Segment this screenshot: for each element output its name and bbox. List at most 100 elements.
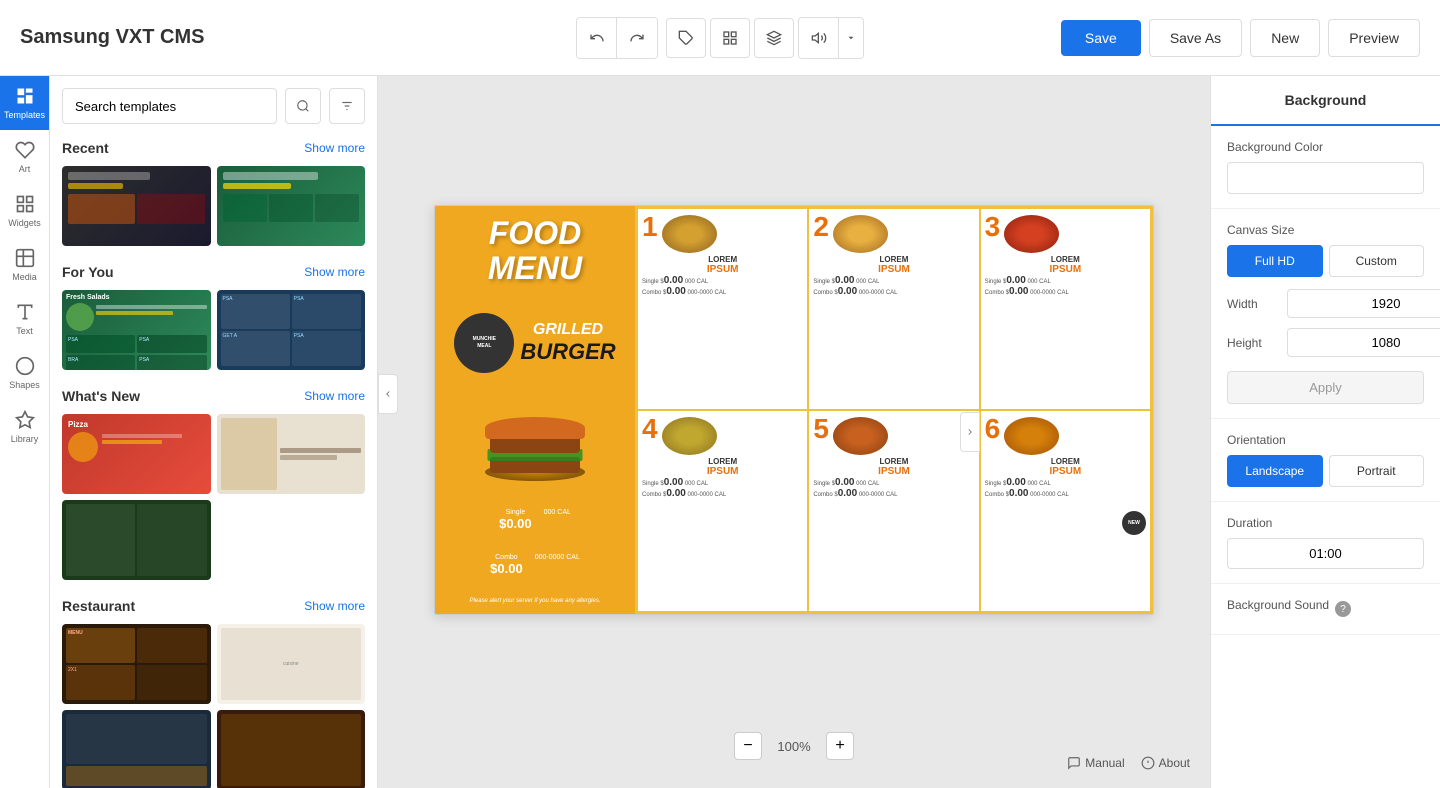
sidebar-item-text[interactable]: Text <box>0 292 49 346</box>
food-menu-title: FOODMENU <box>488 216 582 286</box>
help-icon[interactable]: ? <box>1335 601 1351 617</box>
manual-link[interactable]: Manual <box>1067 756 1124 770</box>
for-you-title: For You <box>62 264 114 280</box>
background-sound-label: Background Sound <box>1227 598 1329 612</box>
restaurant-show-more[interactable]: Show more <box>304 599 365 613</box>
search-input[interactable] <box>62 88 277 124</box>
recent-show-more[interactable]: Show more <box>304 141 365 155</box>
menu-cell-5: 5 LOREM IPSUM Single $0.00 000 CAL Combo… <box>808 410 979 612</box>
toolbar-center <box>576 17 864 59</box>
list-item[interactable] <box>217 414 366 494</box>
duration-input[interactable] <box>1227 538 1424 569</box>
sidebar-label-templates: Templates <box>4 110 45 120</box>
allergy-text: Please alert your server if you have any… <box>469 598 600 604</box>
zoom-out-button[interactable]: − <box>734 732 762 760</box>
menu-cell-2: 2 LOREM IPSUM Single $0.00 000 CAL Combo… <box>808 208 979 410</box>
height-row: Height <box>1227 328 1424 357</box>
canvas-area: FOODMENU MUNCHIEMEAL GRILLED BURGER <box>378 76 1210 788</box>
for-you-grid: Fresh Salads PSA PSA BRA PSA <box>62 290 365 370</box>
tag-button[interactable] <box>666 18 706 58</box>
preview-button[interactable]: Preview <box>1328 19 1420 57</box>
sidebar-label-media: Media <box>12 272 37 282</box>
app-title: Samsung VXT CMS <box>20 26 204 49</box>
list-item[interactable]: PSA PSA GET A PSA <box>217 290 366 370</box>
burger-image <box>475 401 595 481</box>
bottom-links: Manual About <box>1067 756 1190 770</box>
sidebar-item-art[interactable]: Art <box>0 130 49 184</box>
list-item[interactable]: cuisine <box>217 624 366 704</box>
list-item[interactable] <box>62 710 211 788</box>
menu-cell-6: 6 LOREM IPSUM NEW Single $0.00 000 CAL C… <box>980 410 1151 612</box>
price-row: Single $0.00 000 CAL <box>499 509 571 531</box>
list-item[interactable] <box>217 166 366 246</box>
whats-new-section-header: What's New Show more <box>62 388 365 404</box>
sidebar-item-widgets[interactable]: Widgets <box>0 184 49 238</box>
redo-button[interactable] <box>617 18 657 58</box>
templates-panel: Recent Show more <box>50 76 378 788</box>
right-panel: Background Background Color Canvas Size … <box>1210 76 1440 788</box>
width-input[interactable] <box>1287 289 1440 318</box>
sidebar-label-library: Library <box>11 434 39 444</box>
list-item[interactable] <box>217 710 366 788</box>
menu-cell-4: 4 LOREM IPSUM Single $0.00 000 CAL Combo… <box>637 410 808 612</box>
sidebar-label-widgets: Widgets <box>8 218 41 228</box>
canvas-size-section: Canvas Size Full HD Custom Width Height … <box>1211 209 1440 419</box>
for-you-show-more[interactable]: Show more <box>304 265 365 279</box>
list-item[interactable] <box>62 166 211 246</box>
canvas[interactable]: FOODMENU MUNCHIEMEAL GRILLED BURGER <box>434 205 1154 615</box>
orientation-label: Orientation <box>1227 433 1424 447</box>
restaurant-title: Restaurant <box>62 598 135 614</box>
zoom-level: 100% <box>774 739 814 754</box>
portrait-button[interactable]: Portrait <box>1329 455 1425 487</box>
background-color-input[interactable] <box>1227 162 1424 194</box>
search-button[interactable] <box>285 88 321 124</box>
sidebar-label-art: Art <box>19 164 31 174</box>
undo-redo-group <box>576 17 658 59</box>
sidebar-item-media[interactable]: Media <box>0 238 49 292</box>
landscape-button[interactable]: Landscape <box>1227 455 1323 487</box>
food-left-panel: FOODMENU MUNCHIEMEAL GRILLED BURGER <box>435 206 635 614</box>
restaurant-grid: MENU 2X1 cuisine <box>62 624 365 788</box>
sidebar-item-templates[interactable]: Templates <box>0 76 49 130</box>
background-color-section: Background Color <box>1211 126 1440 209</box>
canvas-size-row: Full HD Custom <box>1227 245 1424 277</box>
save-button[interactable]: Save <box>1061 20 1141 56</box>
icon-sidebar: Templates Art Widgets Media Text Shapes … <box>0 76 50 788</box>
whats-new-show-more[interactable]: Show more <box>304 389 365 403</box>
height-label: Height <box>1227 336 1287 350</box>
sidebar-item-shapes[interactable]: Shapes <box>0 346 49 400</box>
list-item[interactable] <box>62 500 211 580</box>
layers-button[interactable] <box>754 18 794 58</box>
canvas-size-label: Canvas Size <box>1227 223 1424 237</box>
panel-toggle-button[interactable] <box>378 374 398 414</box>
list-item[interactable]: MENU 2X1 <box>62 624 211 704</box>
sidebar-item-library[interactable]: Library <box>0 400 49 454</box>
filter-button[interactable] <box>329 88 365 124</box>
background-color-label: Background Color <box>1227 140 1424 154</box>
undo-button[interactable] <box>577 18 617 58</box>
new-button[interactable]: New <box>1250 19 1320 57</box>
duration-label: Duration <box>1227 516 1424 530</box>
food-menu-canvas: FOODMENU MUNCHIEMEAL GRILLED BURGER <box>435 206 1153 614</box>
right-panel-toggle[interactable] <box>960 412 980 452</box>
sidebar-label-shapes: Shapes <box>9 380 40 390</box>
list-item[interactable]: Pizza <box>62 414 211 494</box>
save-as-button[interactable]: Save As <box>1149 19 1242 57</box>
search-bar <box>62 88 365 124</box>
list-item[interactable]: Fresh Salads PSA PSA BRA PSA <box>62 290 211 370</box>
header-actions: Save Save As New Preview <box>1061 19 1420 57</box>
full-hd-button[interactable]: Full HD <box>1227 245 1323 277</box>
for-you-section-header: For You Show more <box>62 264 365 280</box>
apply-button[interactable]: Apply <box>1227 371 1424 404</box>
height-input[interactable] <box>1287 328 1440 357</box>
sound-button[interactable] <box>799 18 839 58</box>
sound-row: Background Sound ? <box>1227 598 1424 620</box>
sound-group <box>798 17 864 59</box>
orientation-row: Landscape Portrait <box>1227 455 1424 487</box>
custom-button[interactable]: Custom <box>1329 245 1425 277</box>
grid-button[interactable] <box>710 18 750 58</box>
about-link[interactable]: About <box>1141 756 1190 770</box>
sound-dropdown-button[interactable] <box>839 18 863 58</box>
whats-new-title: What's New <box>62 388 140 404</box>
zoom-in-button[interactable]: + <box>826 732 854 760</box>
